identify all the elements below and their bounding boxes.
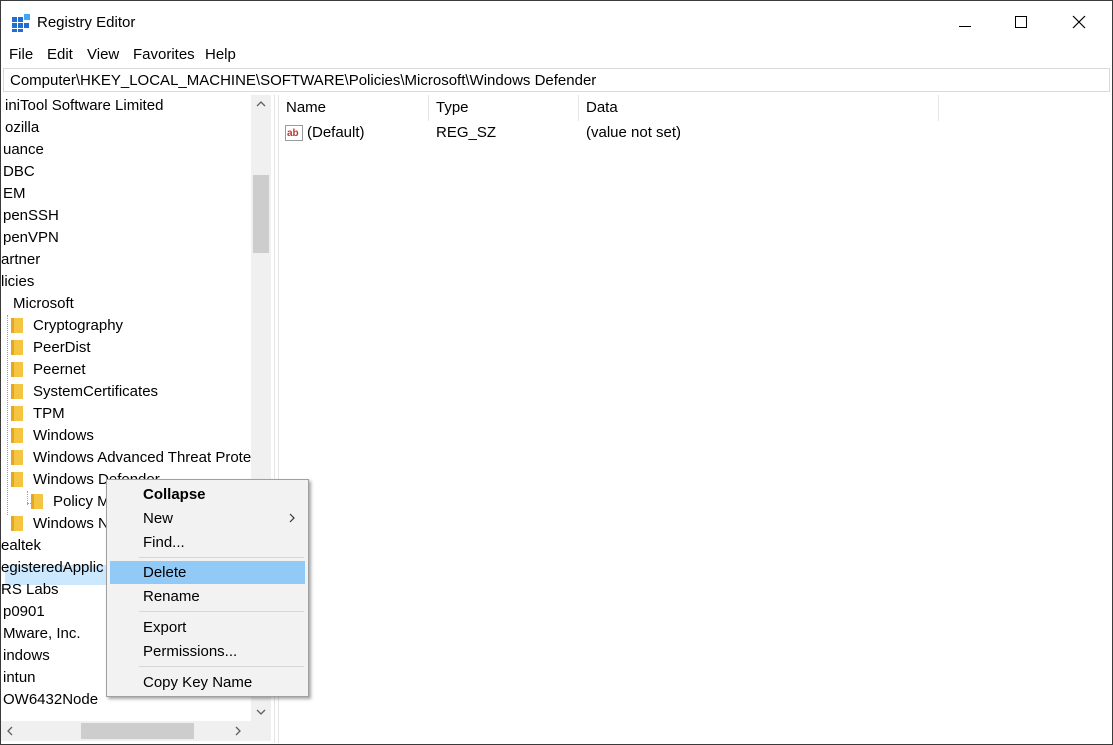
folder-icon bbox=[11, 450, 23, 465]
value-data: (value not set) bbox=[586, 124, 682, 141]
folder-icon bbox=[31, 494, 43, 509]
tree-item[interactable]: intun bbox=[3, 667, 36, 689]
tree-item[interactable]: Mware, Inc. bbox=[3, 623, 81, 645]
menu-item-rename[interactable]: Rename bbox=[110, 585, 305, 608]
menu-separator bbox=[139, 666, 304, 667]
tree-item[interactable]: uance bbox=[3, 139, 44, 161]
tree-item-cryptography[interactable]: Cryptography bbox=[11, 315, 251, 337]
folder-icon bbox=[11, 340, 23, 355]
scrollbar-thumb[interactable] bbox=[81, 723, 194, 739]
scroll-up-icon[interactable] bbox=[251, 95, 271, 113]
folder-icon bbox=[11, 362, 23, 377]
title-bar: Registry Editor bbox=[1, 1, 1112, 45]
tree-item-windows[interactable]: Windows bbox=[11, 425, 251, 447]
tree-item[interactable]: iniTool Software Limited bbox=[5, 95, 163, 117]
close-icon bbox=[1072, 15, 1086, 32]
tree-item-microsoft[interactable]: Microsoft bbox=[13, 293, 74, 315]
menu-item-new-label: New bbox=[143, 510, 174, 527]
column-header-data[interactable]: Data bbox=[579, 95, 939, 121]
address-path: Computer\HKEY_LOCAL_MACHINE\SOFTWARE\Pol… bbox=[10, 72, 597, 89]
menu-help[interactable]: Help bbox=[205, 46, 236, 63]
tree-item[interactable]: indows bbox=[3, 645, 50, 667]
menu-separator bbox=[139, 557, 304, 558]
minimize-icon bbox=[959, 15, 971, 31]
folder-icon bbox=[11, 516, 23, 531]
menu-bar: File Edit View Favorites Help bbox=[1, 45, 1112, 67]
tree-item[interactable]: egisteredApplic bbox=[1, 557, 104, 579]
menu-item-delete[interactable]: Delete bbox=[110, 561, 305, 584]
scrollbar-thumb[interactable] bbox=[253, 175, 269, 253]
tree-item[interactable]: penSSH bbox=[3, 205, 59, 227]
string-value-icon: ab bbox=[285, 125, 303, 141]
tree-item-windows-atp[interactable]: Windows Advanced Threat Prote bbox=[11, 447, 251, 469]
menu-view[interactable]: View bbox=[87, 46, 119, 63]
tree-connector bbox=[7, 315, 8, 515]
close-button[interactable] bbox=[1050, 1, 1108, 45]
registry-editor-icon bbox=[11, 13, 31, 33]
tree-item[interactable]: ozilla bbox=[5, 117, 39, 139]
menu-favorites[interactable]: Favorites bbox=[133, 46, 195, 63]
tree-item[interactable]: p0901 bbox=[3, 601, 45, 623]
menu-item-new[interactable]: New bbox=[110, 507, 305, 530]
folder-open-icon bbox=[11, 472, 23, 487]
chevron-right-icon bbox=[289, 507, 295, 530]
menu-item-collapse[interactable]: Collapse bbox=[110, 483, 305, 506]
value-type: REG_SZ bbox=[436, 124, 497, 141]
menu-separator bbox=[139, 611, 304, 612]
minimize-button[interactable] bbox=[936, 1, 994, 45]
column-header-name[interactable]: Name bbox=[279, 95, 429, 121]
folder-icon bbox=[11, 384, 23, 399]
scroll-down-icon[interactable] bbox=[251, 703, 271, 721]
scroll-right-icon[interactable] bbox=[229, 721, 247, 741]
value-row[interactable]: ab (Default) REG_SZ (value not set) bbox=[279, 122, 1111, 144]
tree-item-peerdist[interactable]: PeerDist bbox=[11, 337, 251, 359]
tree-item-systemcertificates[interactable]: SystemCertificates bbox=[11, 381, 251, 403]
tree-item-tpm[interactable]: TPM bbox=[11, 403, 251, 425]
folder-icon bbox=[11, 428, 23, 443]
menu-item-permissions[interactable]: Permissions... bbox=[110, 640, 305, 663]
menu-file[interactable]: File bbox=[9, 46, 33, 63]
maximize-icon bbox=[1015, 15, 1027, 31]
folder-icon bbox=[11, 318, 23, 333]
column-header-type[interactable]: Type bbox=[429, 95, 579, 121]
menu-edit[interactable]: Edit bbox=[47, 46, 73, 63]
folder-icon bbox=[11, 406, 23, 421]
tree-item[interactable]: ealtek bbox=[1, 535, 41, 557]
menu-item-copy-key-name[interactable]: Copy Key Name bbox=[110, 671, 305, 694]
menu-item-export[interactable]: Export bbox=[110, 616, 305, 639]
tree-item[interactable]: licies bbox=[1, 271, 34, 293]
maximize-button[interactable] bbox=[992, 1, 1050, 45]
tree-item[interactable]: OW6432Node bbox=[3, 689, 98, 711]
values-list-pane: Name Type Data ab (Default) REG_SZ (valu… bbox=[279, 95, 1111, 743]
value-name: (Default) bbox=[307, 124, 365, 141]
scroll-left-icon[interactable] bbox=[1, 721, 19, 741]
menu-item-find[interactable]: Find... bbox=[110, 531, 305, 554]
tree-item[interactable]: RS Labs bbox=[1, 579, 59, 601]
tree-item[interactable]: DBC bbox=[3, 161, 35, 183]
tree-horizontal-scrollbar[interactable] bbox=[1, 721, 271, 741]
tree-item[interactable]: penVPN bbox=[3, 227, 59, 249]
context-menu: Collapse New Find... Delete Rename Expor… bbox=[106, 479, 309, 697]
window-title: Registry Editor bbox=[37, 14, 136, 31]
registry-editor-window: Registry Editor File Edit View Favorites… bbox=[0, 0, 1113, 745]
address-bar[interactable]: Computer\HKEY_LOCAL_MACHINE\SOFTWARE\Pol… bbox=[3, 68, 1110, 92]
tree-item[interactable]: artner bbox=[1, 249, 40, 271]
tree-item[interactable]: EM bbox=[3, 183, 26, 205]
svg-text:ab: ab bbox=[287, 128, 299, 139]
tree-item-peernet[interactable]: Peernet bbox=[11, 359, 251, 381]
